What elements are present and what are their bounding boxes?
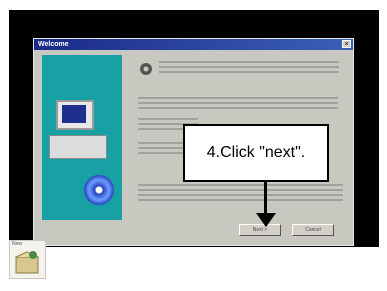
pointer-arrow-head [256,213,276,227]
instruction-callout: 4.Click "next". [183,124,329,182]
callout-text: 4.Click "next". [206,144,306,161]
setup-program-icon [140,63,152,75]
desktop-icon-label: New [12,241,23,247]
recommendation-text-block [138,97,338,109]
desktop-shortcut-icon[interactable]: New [9,240,46,279]
close-button[interactable]: × [342,40,351,48]
welcome-text-block [159,61,339,75]
copyright-text-block [138,184,343,202]
wizard-art-panel [42,55,122,220]
computer-monitor-icon [56,100,94,130]
cancel-button[interactable]: Cancel [292,224,334,236]
package-icon [15,251,39,274]
dialog-titlebar: Welcome × [34,39,353,50]
dialog-title: Welcome [38,41,69,48]
pointer-arrow-line [264,182,267,216]
cd-disc-icon [84,175,114,205]
computer-case-icon [49,135,107,159]
